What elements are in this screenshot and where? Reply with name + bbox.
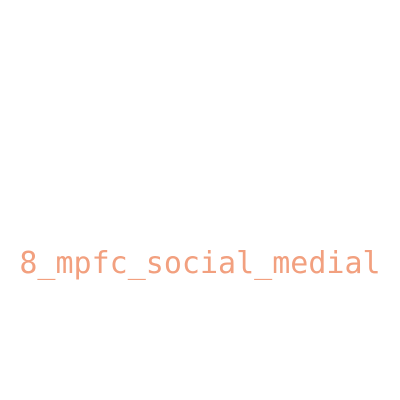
canvas: 8_mpfc_social_medial — [0, 0, 400, 400]
caption-label: 8_mpfc_social_medial — [19, 246, 381, 281]
